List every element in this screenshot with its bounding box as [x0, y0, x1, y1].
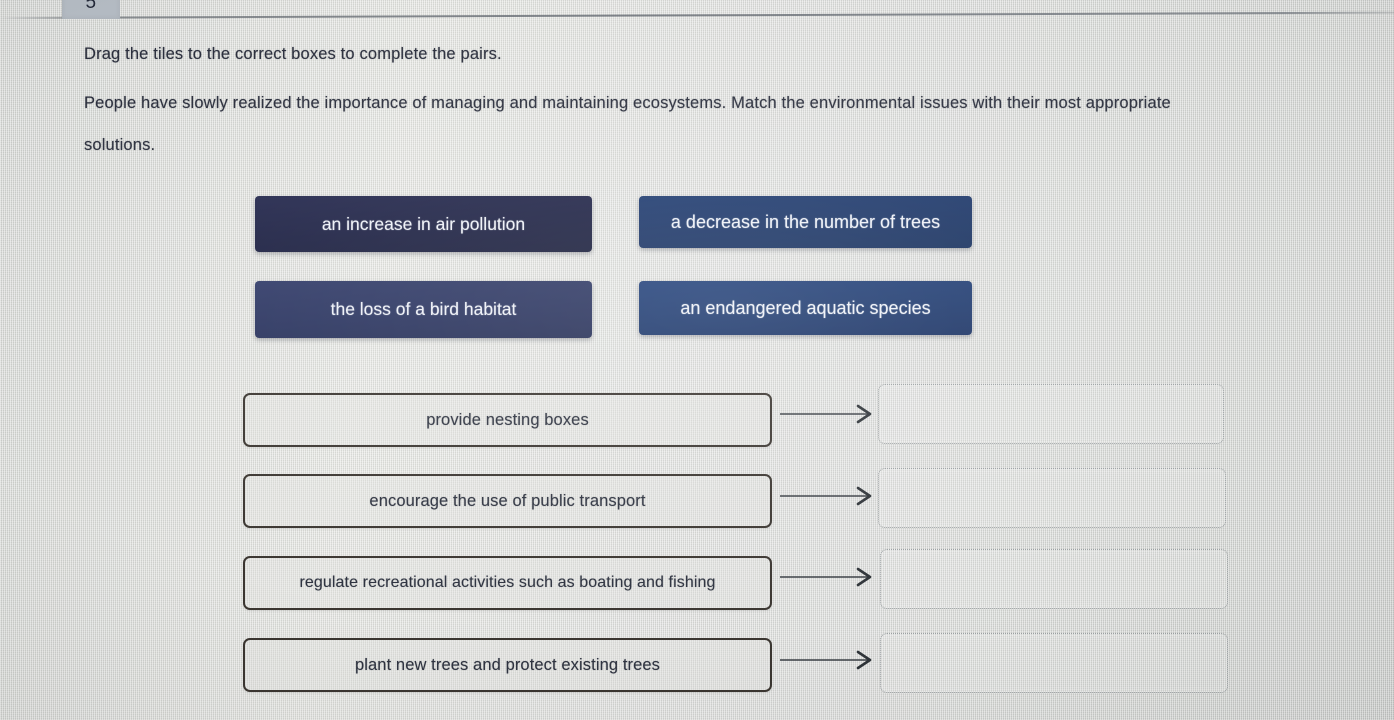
- draggable-tile-air-pollution[interactable]: an increase in air pollution: [255, 196, 592, 252]
- solution-box-plant-trees[interactable]: plant new trees and protect existing tre…: [243, 638, 772, 692]
- question-text-line-2: solutions.: [84, 136, 156, 154]
- solution-box-public-transport[interactable]: encourage the use of public transport: [243, 474, 772, 528]
- drop-target-4[interactable]: [880, 633, 1228, 693]
- header-divider: [0, 11, 1394, 19]
- arrow-right-icon: [780, 486, 872, 506]
- drop-target-3[interactable]: [880, 549, 1228, 609]
- arrow-right-icon: [780, 650, 872, 670]
- arrow-right-icon: [780, 404, 872, 424]
- question-text-line-1: People have slowly realized the importan…: [84, 94, 1171, 112]
- solution-box-regulate-recreation[interactable]: regulate recreational activities such as…: [243, 556, 772, 610]
- drop-target-1[interactable]: [878, 384, 1224, 444]
- drop-target-2[interactable]: [878, 468, 1226, 528]
- quiz-screen: 5 Drag the tiles to the correct boxes to…: [0, 0, 1394, 720]
- instruction-text: Drag the tiles to the correct boxes to c…: [84, 45, 502, 63]
- page-number-label: 5: [85, 0, 97, 13]
- page-number-tab[interactable]: 5: [62, 0, 120, 19]
- draggable-tile-decrease-trees[interactable]: a decrease in the number of trees: [639, 196, 972, 248]
- solution-box-nesting-boxes[interactable]: provide nesting boxes: [243, 393, 772, 447]
- arrow-right-icon: [780, 567, 872, 587]
- draggable-tile-bird-habitat[interactable]: the loss of a bird habitat: [255, 281, 592, 338]
- draggable-tile-aquatic-species[interactable]: an endangered aquatic species: [639, 281, 972, 335]
